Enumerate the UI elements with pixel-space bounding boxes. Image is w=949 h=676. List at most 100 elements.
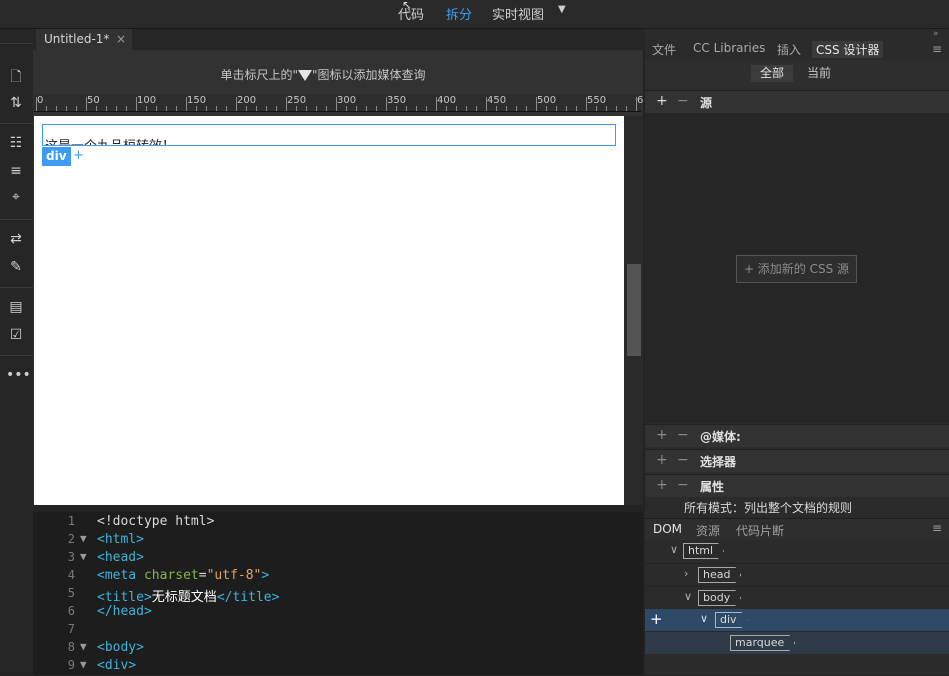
- filter-all-button[interactable]: 全部: [751, 65, 793, 82]
- caret-down-icon[interactable]: ▼: [558, 4, 566, 15]
- inspect-target-icon[interactable]: ⌖: [6, 187, 26, 207]
- ruler-tick: [36, 97, 37, 111]
- scrollbar-thumb[interactable]: [627, 264, 641, 356]
- tab-css-designer[interactable]: CSS 设计器: [812, 41, 884, 58]
- ruler-tick: [166, 106, 167, 111]
- tab-snippets[interactable]: 代码片断: [736, 522, 784, 539]
- toolbar-divider: [0, 219, 33, 220]
- live-view-button[interactable]: 实时视图: [492, 4, 544, 23]
- remove-selector-icon[interactable]: −: [677, 452, 689, 468]
- dom-node-body[interactable]: ∨ body: [645, 586, 949, 609]
- ruler-tick: [296, 106, 297, 111]
- dom-panel-menu-icon[interactable]: ≡: [932, 521, 942, 535]
- dom-tag[interactable]: head: [698, 567, 741, 583]
- dom-list-icon[interactable]: ≡: [6, 161, 26, 181]
- ruler-tick: [546, 106, 547, 111]
- file-transfer-icon[interactable]: ⇅: [6, 93, 26, 113]
- ruler-tick: [586, 97, 587, 111]
- code-head-close: </head>: [97, 604, 152, 619]
- add-media-icon[interactable]: +: [656, 427, 668, 443]
- ruler-label: 350: [387, 95, 407, 106]
- remove-property-icon[interactable]: −: [677, 477, 689, 493]
- add-property-icon[interactable]: +: [656, 477, 668, 493]
- validate-icon[interactable]: ☑: [6, 325, 26, 345]
- ruler-tick: [376, 106, 377, 111]
- chevron-down-icon[interactable]: ∨: [700, 612, 708, 625]
- add-selector-icon[interactable]: +: [656, 452, 668, 468]
- fold-toggle-icon[interactable]: ▼: [80, 658, 87, 671]
- tab-dom[interactable]: DOM: [653, 522, 682, 536]
- ruler-tick: [106, 106, 107, 111]
- element-tag-badge[interactable]: div: [42, 147, 71, 166]
- close-tab-icon[interactable]: ×: [116, 29, 126, 50]
- ruler-tick: [506, 106, 507, 111]
- tab-insert[interactable]: 插入: [777, 41, 801, 58]
- dom-tag[interactable]: marquee: [730, 635, 795, 651]
- dom-node-div[interactable]: + ∨ div: [645, 609, 949, 631]
- chevron-down-icon[interactable]: ∨: [670, 543, 678, 556]
- tab-files[interactable]: 文件: [652, 41, 676, 58]
- add-source-icon[interactable]: +: [656, 93, 668, 109]
- dom-tag[interactable]: body: [698, 590, 741, 606]
- fold-toggle-icon[interactable]: ▼: [80, 550, 87, 563]
- ruler-tick: [496, 106, 497, 111]
- dom-node-html[interactable]: ∨ html: [645, 540, 949, 562]
- line-number: 9: [67, 658, 75, 672]
- ruler-tick: [616, 106, 617, 111]
- remove-media-icon[interactable]: −: [677, 427, 689, 443]
- split-view-button[interactable]: 拆分: [446, 4, 472, 23]
- code-line: 1 <!doctype html>: [33, 514, 643, 532]
- open-document-icon[interactable]: 🗋: [6, 67, 26, 87]
- dom-node-head[interactable]: › head: [645, 563, 949, 586]
- ruler-label: 150: [187, 95, 207, 106]
- ruler-tick: [56, 106, 57, 111]
- tab-assets[interactable]: 资源: [696, 522, 720, 539]
- filter-bar: 全部 当前: [645, 60, 949, 88]
- code-view[interactable]: 1 <!doctype html> 2 ▼ <html> 3 ▼ <head> …: [33, 512, 643, 675]
- dom-tree: ∨ html › head ∨ body + ∨ div marquee: [645, 540, 949, 675]
- ruler-tick: [206, 106, 207, 111]
- ruler-tick: [266, 106, 267, 111]
- filter-current-button[interactable]: 当前: [807, 65, 831, 82]
- remove-source-icon[interactable]: −: [677, 93, 689, 109]
- line-number: 1: [67, 514, 75, 528]
- add-element-icon[interactable]: +: [650, 610, 663, 628]
- chevron-right-icon[interactable]: ›: [684, 567, 688, 580]
- ruler-tick: [156, 106, 157, 111]
- design-canvas[interactable]: 这是一个九品桓转效！ div +: [34, 116, 624, 505]
- ruler-tick: [236, 97, 237, 111]
- live-view-options-icon[interactable]: ☷: [6, 133, 26, 153]
- design-scrollbar[interactable]: [624, 116, 643, 505]
- ruler-tick: [96, 106, 97, 111]
- horizontal-ruler[interactable]: 0 50 100 150 200 250 300 350 400 450 500 550 6: [34, 94, 643, 112]
- media-title: @媒体:: [700, 430, 741, 444]
- code-head-open: <head>: [97, 550, 144, 565]
- ruler-tick: [566, 106, 567, 111]
- chevron-down-icon[interactable]: ∨: [684, 590, 692, 603]
- wrap-tag-icon[interactable]: ⇄: [6, 229, 26, 249]
- paint-bucket-icon[interactable]: ✎: [6, 257, 26, 277]
- add-class-button[interactable]: +: [71, 149, 86, 164]
- dom-tag[interactable]: html: [683, 543, 724, 559]
- collapse-panel-icon[interactable]: »: [933, 29, 939, 39]
- panel-menu-icon[interactable]: ≡: [932, 42, 942, 56]
- dom-node-marquee[interactable]: marquee: [645, 632, 949, 654]
- document-tab[interactable]: Untitled-1* ×: [36, 29, 132, 50]
- fold-toggle-icon[interactable]: ▼: [80, 532, 87, 545]
- add-css-source-button[interactable]: + 添加新的 CSS 源: [736, 255, 857, 283]
- media-query-hint-text-end: "图标以添加媒体查询: [312, 68, 426, 82]
- comment-icon[interactable]: ▤: [6, 297, 26, 317]
- selected-element-outline[interactable]: 这是一个九品桓转效！: [42, 124, 616, 146]
- fold-toggle-icon[interactable]: ▼: [80, 640, 87, 653]
- dom-tag[interactable]: div: [715, 612, 748, 628]
- dom-tabs-bar: DOM 资源 代码片断 ≡: [645, 518, 949, 541]
- ruler-tick: [66, 106, 67, 111]
- ruler-label: 250: [287, 95, 307, 106]
- tab-cc-libraries[interactable]: CC Libraries: [693, 41, 765, 55]
- ruler-label: 0: [37, 95, 44, 106]
- ruler-tick: [556, 106, 557, 111]
- ruler-tick: [176, 106, 177, 111]
- ruler-tick: [346, 106, 347, 111]
- more-tools-icon[interactable]: •••: [6, 365, 31, 385]
- line-number: 4: [67, 568, 75, 582]
